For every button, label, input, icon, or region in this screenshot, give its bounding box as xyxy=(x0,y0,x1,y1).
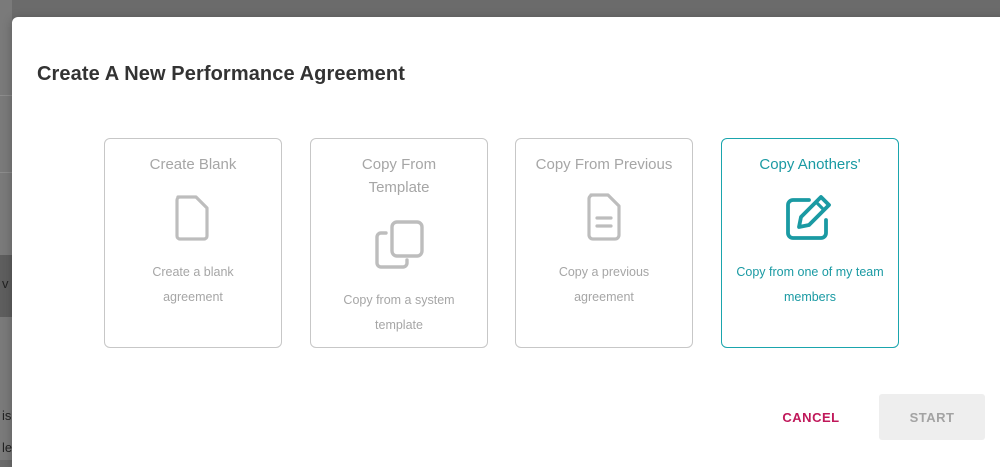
option-copy-template[interactable]: Copy From Template Copy from a system te… xyxy=(310,138,488,348)
background-divider xyxy=(0,172,12,173)
option-create-blank[interactable]: Create Blank Create a blank agreement xyxy=(104,138,282,348)
text-document-icon xyxy=(587,193,621,241)
dialog-title: Create A New Performance Agreement xyxy=(37,63,405,85)
option-title: Create Blank xyxy=(149,156,237,173)
start-button[interactable]: START xyxy=(879,394,985,440)
option-title: Copy Anothers' xyxy=(759,156,861,173)
background-divider xyxy=(0,95,12,96)
option-title: Copy From Template xyxy=(361,156,437,196)
create-agreement-dialog: Create A New Performance Agreement Creat… xyxy=(12,17,1000,467)
option-description: Copy from one of my team members xyxy=(736,265,884,304)
option-copy-anothers[interactable]: Copy Anothers' Copy from one of my team … xyxy=(721,138,899,348)
cancel-button[interactable]: CANCEL xyxy=(769,395,853,439)
copy-icon xyxy=(375,220,424,269)
option-description: Copy from a system template xyxy=(343,293,455,332)
background-page: v is le xyxy=(0,0,12,460)
blank-document-icon xyxy=(175,195,209,241)
background-text: is xyxy=(2,408,12,423)
edit-icon xyxy=(786,195,831,240)
background-text: le xyxy=(2,440,13,455)
option-description: Copy a previous agreement xyxy=(558,265,650,304)
option-title: Copy From Previous xyxy=(535,156,673,173)
background-text: v xyxy=(2,276,9,291)
option-description: Create a blank agreement xyxy=(152,265,234,304)
option-copy-previous[interactable]: Copy From Previous Copy a previous agree… xyxy=(515,138,693,348)
